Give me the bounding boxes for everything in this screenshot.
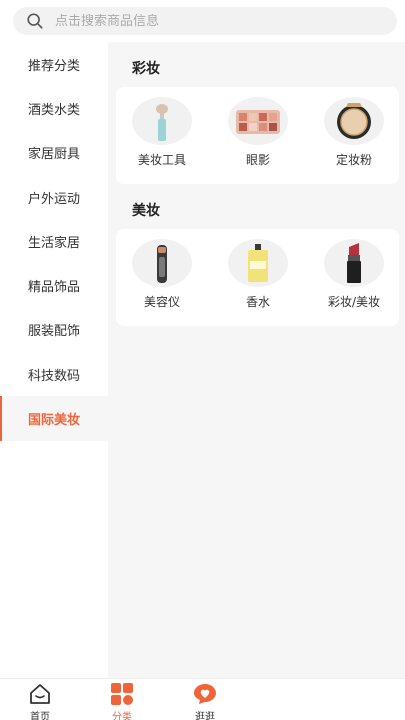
sidebar-item-label: 户外运动: [27, 191, 80, 207]
category-label: 美容仪: [143, 295, 180, 309]
sidebar-item-label: 推荐分类: [27, 58, 80, 74]
search-header: [0, 0, 405, 42]
sidebar-item-label: 精品饰品: [27, 280, 80, 296]
sidebar-item-kitchen[interactable]: 家居厨具: [0, 130, 108, 175]
tab-label: 首页: [30, 712, 50, 720]
beauty-device-icon: [132, 239, 192, 287]
sidebar-item-digital[interactable]: 科技数码: [0, 352, 108, 397]
category-sidebar: 推荐分类 酒类水类 家居厨具 户外运动 生活家居 精品饰品 服装配饰 科技数码 …: [0, 42, 108, 678]
category-label: 美妆工具: [137, 153, 186, 167]
tab-browse[interactable]: 逛逛: [175, 683, 235, 720]
section-title-beauty: 美妆: [132, 203, 160, 219]
sidebar-item-label: 家居厨具: [27, 147, 80, 163]
category-item-eyeshadow[interactable]: 眼影: [218, 97, 298, 168]
sidebar-item-label: 生活家居: [27, 235, 80, 251]
category-item-cosmetics[interactable]: 彩妆/美妆: [314, 239, 394, 310]
bottom-tab-bar: 首页 分类 逛逛: [0, 678, 405, 720]
eyeshadow-palette-icon: [228, 97, 288, 145]
powder-compact-icon: [324, 97, 384, 145]
makeup-brush-icon: [132, 97, 192, 145]
search-bar[interactable]: [13, 7, 397, 35]
search-input[interactable]: [55, 13, 355, 29]
tab-label: 分类: [112, 712, 132, 720]
category-grid-icon: [111, 683, 133, 705]
sidebar-item-label: 酒类水类: [27, 102, 80, 118]
heart-chat-icon: [194, 684, 216, 704]
category-label: 眼影: [245, 153, 270, 167]
search-icon: [27, 13, 43, 29]
sidebar-item-recommended[interactable]: 推荐分类: [0, 42, 108, 87]
category-label: 定妆粉: [335, 153, 372, 167]
category-label: 彩妆/美妆: [327, 295, 381, 309]
category-item-perfume[interactable]: 香水: [218, 239, 298, 310]
category-label: 香水: [245, 295, 270, 309]
category-item-beauty-device[interactable]: 美容仪: [122, 239, 202, 310]
sidebar-item-jewelry[interactable]: 精品饰品: [0, 263, 108, 308]
tab-home[interactable]: 首页: [10, 683, 70, 720]
tab-label: 逛逛: [195, 712, 215, 720]
category-card: 美妆工具 眼影 定妆粉: [116, 87, 399, 184]
sidebar-item-apparel[interactable]: 服装配饰: [0, 307, 108, 353]
sidebar-item-label: 科技数码: [27, 368, 80, 384]
sidebar-item-outdoor[interactable]: 户外运动: [0, 174, 108, 220]
category-card: 美容仪 香水 彩妆/美妆: [116, 229, 399, 326]
category-item-setting-powder[interactable]: 定妆粉: [314, 97, 394, 168]
category-item-makeup-tools[interactable]: 美妆工具: [122, 97, 202, 168]
sidebar-item-label: 国际美妆: [27, 413, 80, 429]
category-content: 彩妆 美妆工具 眼影 定妆粉 美妆 美容仪 香水 彩妆/美妆: [108, 42, 405, 678]
sidebar-item-intl-beauty[interactable]: 国际美妆: [0, 396, 108, 441]
tab-category[interactable]: 分类: [92, 683, 152, 720]
sidebar-item-drinks[interactable]: 酒类水类: [0, 86, 108, 131]
sidebar-item-living[interactable]: 生活家居: [0, 219, 108, 264]
home-icon: [30, 684, 50, 704]
sidebar-item-label: 服装配饰: [27, 324, 80, 340]
lipstick-icon: [324, 239, 384, 287]
perfume-bottle-icon: [228, 239, 288, 287]
section-title-color-makeup: 彩妆: [132, 61, 160, 77]
